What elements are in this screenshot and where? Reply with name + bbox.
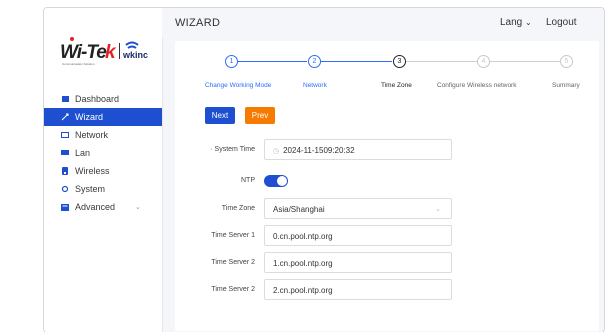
sidebar-item-label: Wizard (75, 112, 104, 122)
step-1-marker[interactable]: 1 (225, 55, 238, 68)
svg-text:wkinc: wkinc (122, 50, 148, 60)
network-icon (61, 131, 69, 139)
top-bar: WIZARD Lang ⌄ Logout (162, 8, 604, 38)
sidebar-item-advanced[interactable]: Advanced ⌄ (44, 198, 162, 216)
time-server-2-input[interactable]: 1.cn.pool.ntp.org (264, 252, 452, 273)
sidebar: Wi-Te k Communication Solution wkinc Das… (44, 8, 163, 332)
sidebar-item-network[interactable]: Network (44, 126, 162, 144)
sidebar-item-label: Dashboard (75, 94, 120, 104)
chevron-down-icon: ⌄ (135, 204, 141, 211)
language-menu[interactable]: Lang ⌄ (500, 17, 532, 28)
sidebar-item-label: Network (75, 130, 109, 140)
time-server-1-label: Time Server 1 (211, 232, 255, 239)
next-button[interactable]: Next (205, 107, 235, 124)
sidebar-item-dashboard[interactable]: Dashboard (44, 90, 162, 108)
step-1-label: Change Working Mode (205, 82, 272, 89)
system-icon (61, 185, 69, 193)
sidebar-item-wireless[interactable]: Wireless (44, 162, 162, 180)
step-3-marker[interactable]: 3 (393, 55, 406, 68)
toggle-knob (277, 176, 287, 186)
step-3-label: Time Zone (381, 82, 412, 89)
sidebar-item-system[interactable]: System (44, 180, 162, 198)
step-connector (237, 61, 307, 62)
step-5-marker[interactable]: 5 (560, 55, 573, 68)
step-connector (490, 61, 560, 62)
ntp-toggle[interactable] (264, 175, 288, 187)
sidebar-item-label: System (75, 184, 106, 194)
system-time-label: · System Time (210, 146, 255, 153)
clock-icon: ◷ (273, 148, 280, 155)
page-title: WIZARD (175, 17, 221, 29)
chevron-down-icon: ⌄ (525, 18, 532, 27)
sidebar-item-wizard[interactable]: Wizard (44, 108, 162, 126)
time-server-2-label: Time Server 2 (211, 259, 255, 266)
dashboard-icon (61, 95, 69, 103)
wireless-icon (61, 167, 69, 175)
ntp-label: NTP (241, 177, 255, 184)
advanced-icon (61, 203, 69, 211)
time-server-3-label: Time Server 2 (211, 286, 255, 293)
sidebar-menu: Dashboard Wizard Network Lan Wireless Sy… (44, 90, 162, 216)
wizard-icon (61, 113, 69, 121)
lan-icon (61, 149, 69, 157)
svg-text:Communication Solution: Communication Solution (62, 62, 95, 66)
wizard-steps: 1 2 3 4 5 Change Working Mode Network Ti… (175, 55, 599, 95)
step-connector (320, 61, 392, 62)
system-time-field[interactable]: ◷ 2024-11-1509:20:32 (264, 139, 452, 160)
logout-link[interactable]: Logout (546, 17, 577, 28)
chevron-down-icon: ⌄ (435, 206, 441, 213)
time-zone-select[interactable]: Asia/Shanghai ⌄ (264, 198, 452, 219)
step-4-label: Configure Wireless network (437, 82, 517, 89)
step-5-label: Summary (552, 82, 580, 89)
sidebar-item-label: Wireless (75, 166, 110, 176)
step-connector (405, 61, 477, 62)
wizard-panel: 1 2 3 4 5 Change Working Mode Network Ti… (175, 41, 599, 331)
sidebar-item-label: Advanced (75, 202, 116, 212)
svg-text:Wi-Te: Wi-Te (60, 42, 107, 63)
time-server-1-input[interactable]: 0.cn.pool.ntp.org (264, 225, 452, 246)
brand-logo: Wi-Te k Communication Solution wkinc (60, 37, 148, 66)
time-server-3-input[interactable]: 2.cn.pool.ntp.org (264, 279, 452, 300)
step-2-marker[interactable]: 2 (308, 55, 321, 68)
prev-button[interactable]: Prev (245, 107, 275, 124)
svg-text:k: k (105, 42, 117, 63)
time-zone-label: Time Zone (221, 205, 255, 212)
sidebar-item-lan[interactable]: Lan (44, 144, 162, 162)
step-2-label: Network (303, 82, 327, 89)
sidebar-item-label: Lan (75, 148, 91, 158)
step-4-marker[interactable]: 4 (477, 55, 490, 68)
app-window: Wi-Te k Communication Solution wkinc Das… (43, 7, 605, 332)
